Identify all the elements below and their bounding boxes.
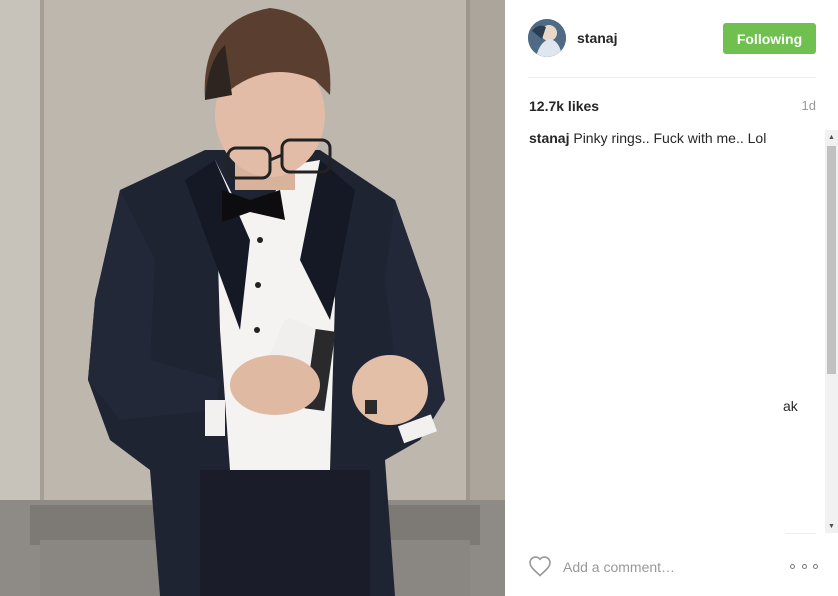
likes-count[interactable]: 12.7k likes	[529, 98, 599, 114]
caption: stanaj Pinky rings.. Fuck with me.. Lol	[529, 129, 829, 147]
photo-illustration	[0, 0, 505, 596]
caption-text: Pinky rings.. Fuck with me.. Lol	[573, 130, 767, 146]
comments-scrollbar[interactable]: ▲ ▼	[825, 130, 838, 533]
post-side-panel: stanaj Following 12.7k likes 1d stanaj P…	[505, 0, 838, 596]
following-button[interactable]: Following	[723, 23, 816, 54]
avatar[interactable]	[528, 19, 566, 57]
comments-list[interactable]: stanaj Pinky rings.. Fuck with me.. Lol …	[529, 129, 829, 534]
more-dot	[790, 563, 795, 569]
post-header: stanaj Following	[505, 0, 838, 78]
post-footer	[505, 540, 838, 596]
header-divider	[528, 77, 816, 78]
scrollbar-thumb[interactable]	[827, 146, 836, 374]
more-options-icon[interactable]	[790, 559, 818, 573]
partial-comment-text: ak	[783, 398, 798, 414]
profile-avatar-icon	[528, 19, 566, 57]
footer-divider	[785, 533, 816, 534]
post-age[interactable]: 1d	[802, 98, 816, 113]
comment-input[interactable]	[563, 557, 763, 577]
more-dot	[813, 563, 818, 569]
caption-username[interactable]: stanaj	[529, 130, 569, 146]
post-username[interactable]: stanaj	[577, 30, 617, 46]
scroll-up-arrow-icon[interactable]: ▲	[825, 130, 838, 144]
post-photo[interactable]	[0, 0, 505, 596]
more-dot	[801, 563, 807, 569]
instagram-post-modal: stanaj Following 12.7k likes 1d stanaj P…	[0, 0, 838, 596]
heart-icon[interactable]	[528, 555, 552, 577]
scroll-down-arrow-icon[interactable]: ▼	[825, 519, 838, 533]
